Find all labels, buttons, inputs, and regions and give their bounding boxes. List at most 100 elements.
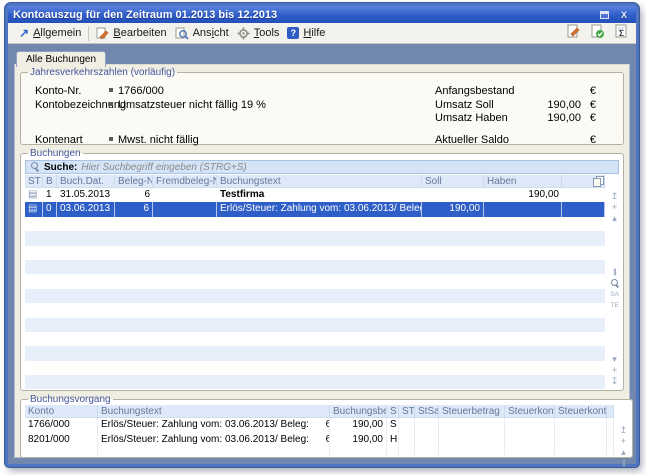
sa-toggle-icon[interactable]: SA — [608, 289, 621, 300]
table-row[interactable]: 1766/000Erlös/Steuer: Zahlung vom: 03.06… — [25, 418, 614, 433]
cell-buchdat[interactable]: 31.05.2013 — [57, 188, 115, 202]
cell-steuerkonto-1[interactable] — [505, 433, 555, 448]
menu-allgemein[interactable]: ↗ Allgemein — [15, 25, 85, 41]
cell-beleg-nr[interactable]: 6 — [115, 202, 153, 216]
cell-st[interactable] — [399, 433, 415, 448]
copy-icon[interactable] — [593, 176, 604, 187]
column-header-buch-dat-[interactable]: Buch.Dat. — [57, 175, 115, 187]
menu-ansicht[interactable]: Ansicht — [171, 25, 233, 42]
scroll-prev-icon[interactable]: ▴ — [608, 213, 621, 224]
table-row-empty[interactable] — [25, 260, 605, 274]
table-row-empty[interactable] — [25, 447, 614, 455]
table-row-empty[interactable] — [25, 332, 605, 346]
cell-soll[interactable] — [422, 188, 484, 202]
column-header-spacer[interactable] — [607, 405, 614, 417]
column-header-fremdbeleg-nr-[interactable]: Fremdbeleg-Nr. — [153, 175, 217, 187]
table-row-empty[interactable] — [25, 274, 605, 288]
column-header-buchungsbetrag[interactable]: Buchungsbetrag — [330, 405, 387, 417]
row-insert-icon[interactable]: + — [608, 202, 621, 213]
cell-b[interactable]: 1 — [43, 188, 57, 202]
cell-buchungstext[interactable]: Erlös/Steuer: Zahlung vom: 03.06.2013/ B… — [98, 433, 330, 448]
cell-st[interactable]: ▤ — [25, 188, 43, 202]
cell-st[interactable]: ▤ — [25, 202, 43, 216]
column-header-konto[interactable]: Konto — [25, 405, 98, 417]
cell-steuerbetrag[interactable] — [439, 433, 505, 448]
scroll-first-icon[interactable]: ↥ — [617, 425, 630, 436]
column-header-soll[interactable]: Soll — [422, 175, 484, 187]
column-options-icon[interactable]: ||| — [608, 267, 621, 278]
column-header-st[interactable]: ST — [25, 175, 43, 187]
scroll-next-icon[interactable]: ▾ — [608, 354, 621, 365]
table-row-empty[interactable] — [25, 246, 605, 260]
cell-konto[interactable]: 8201/000 — [25, 433, 98, 448]
cell-fremdbeleg-nr[interactable] — [153, 202, 217, 216]
cell-filler[interactable] — [562, 188, 605, 202]
cell-buchungsbetrag[interactable]: 190,00 — [330, 433, 387, 448]
cell-stsatz[interactable] — [415, 418, 439, 433]
cell-buchungstext[interactable]: Erlös/Steuer: Zahlung vom: 03.06.2013/ B… — [98, 418, 330, 433]
table-row-empty[interactable] — [25, 375, 605, 389]
row-append-icon[interactable]: + — [608, 365, 621, 376]
column-header-b[interactable]: B — [43, 175, 57, 187]
cell-fremdbeleg-nr[interactable] — [153, 188, 217, 202]
cell-buchdat[interactable]: 03.06.2013 — [57, 202, 115, 216]
column-header-st[interactable]: ST — [399, 405, 415, 417]
zoom-row-icon[interactable] — [608, 278, 621, 289]
column-header-buchungstext[interactable]: Buchungstext — [98, 405, 330, 417]
cell-haben[interactable]: 190,00 — [484, 188, 562, 202]
column-header-beleg-nr-[interactable]: Beleg-Nr. — [115, 175, 153, 187]
table-row-empty[interactable] — [25, 231, 605, 245]
book-document-icon[interactable] — [566, 24, 581, 42]
sum-document-icon[interactable]: Σ — [614, 24, 629, 42]
table-row-empty[interactable] — [25, 217, 605, 231]
table-row-empty[interactable] — [25, 318, 605, 332]
column-header-haben[interactable]: Haben — [484, 175, 562, 187]
column-header-buchungstext[interactable]: Buchungstext — [217, 175, 422, 187]
window-close-button[interactable]: X — [617, 9, 631, 21]
column-header-steuerbetrag[interactable]: Steuerbetrag — [439, 405, 505, 417]
scroll-last-icon[interactable]: ↧ — [608, 376, 621, 387]
cell-steuerkonto-1[interactable] — [505, 418, 555, 433]
menu-hilfe[interactable]: ? Hilfe — [283, 25, 329, 41]
cell-b[interactable]: 0 — [43, 202, 57, 216]
cell-steuerkonto-2[interactable] — [555, 418, 607, 433]
column-options-icon[interactable]: ||| — [617, 458, 630, 469]
cell-buchungstext[interactable]: Testfirma — [217, 188, 422, 202]
cell-haben[interactable] — [484, 202, 562, 216]
check-document-icon[interactable] — [590, 24, 605, 42]
cell-filler[interactable] — [607, 418, 614, 433]
table-row-empty[interactable] — [25, 361, 605, 375]
row-insert-icon[interactable]: + — [617, 436, 630, 447]
table-row[interactable]: 8201/000Erlös/Steuer: Zahlung vom: 03.06… — [25, 433, 614, 448]
cell-st[interactable] — [399, 418, 415, 433]
scroll-prev-icon[interactable]: ▴ — [617, 447, 630, 458]
cell-buchungstext[interactable]: Erlös/Steuer: Zahlung vom: 03.06.2013/ B… — [217, 202, 422, 216]
cell-beleg-nr[interactable]: 6 — [115, 188, 153, 202]
cell-s[interactable]: S — [387, 418, 399, 433]
te-toggle-icon[interactable]: TE — [608, 300, 621, 311]
cell-steuerbetrag[interactable] — [439, 418, 505, 433]
table-row-empty[interactable] — [25, 289, 605, 303]
menu-tools[interactable]: Tools — [233, 25, 284, 42]
search-bar[interactable]: Suche: Hier Suchbegriff eingeben (STRG+S… — [25, 160, 619, 174]
menu-bearbeiten[interactable]: Bearbeiten — [92, 25, 170, 42]
column-header-s[interactable]: S — [387, 405, 399, 417]
cell-stsatz[interactable] — [415, 433, 439, 448]
cell-steuerkonto-2[interactable] — [555, 433, 607, 448]
window-restore-button[interactable] — [597, 9, 611, 21]
table-row[interactable]: ▤131.05.20136 Testfirma 190,00 — [25, 188, 605, 202]
scroll-first-icon[interactable]: ↥ — [608, 191, 621, 202]
column-header-stsatz[interactable]: StSatz — [415, 405, 439, 417]
cell-s[interactable]: H — [387, 433, 399, 448]
cell-konto[interactable]: 1766/000 — [25, 418, 98, 433]
table-row-empty[interactable] — [25, 346, 605, 360]
table-row-empty[interactable] — [25, 303, 605, 317]
cell-filler[interactable] — [607, 433, 614, 448]
title-bar[interactable]: Kontoauszug für den Zeitraum 01.2013 bis… — [8, 6, 636, 23]
cell-filler[interactable] — [562, 202, 605, 216]
tab-alle-buchungen[interactable]: Alle Buchungen — [16, 51, 106, 67]
column-header-steuerkonto-2[interactable]: Steuerkonto 2 — [555, 405, 607, 417]
table-row[interactable]: ▤003.06.20136 Erlös/Steuer: Zahlung vom: … — [25, 202, 605, 216]
cell-soll[interactable]: 190,00 — [422, 202, 484, 216]
cell-buchungsbetrag[interactable]: 190,00 — [330, 418, 387, 433]
